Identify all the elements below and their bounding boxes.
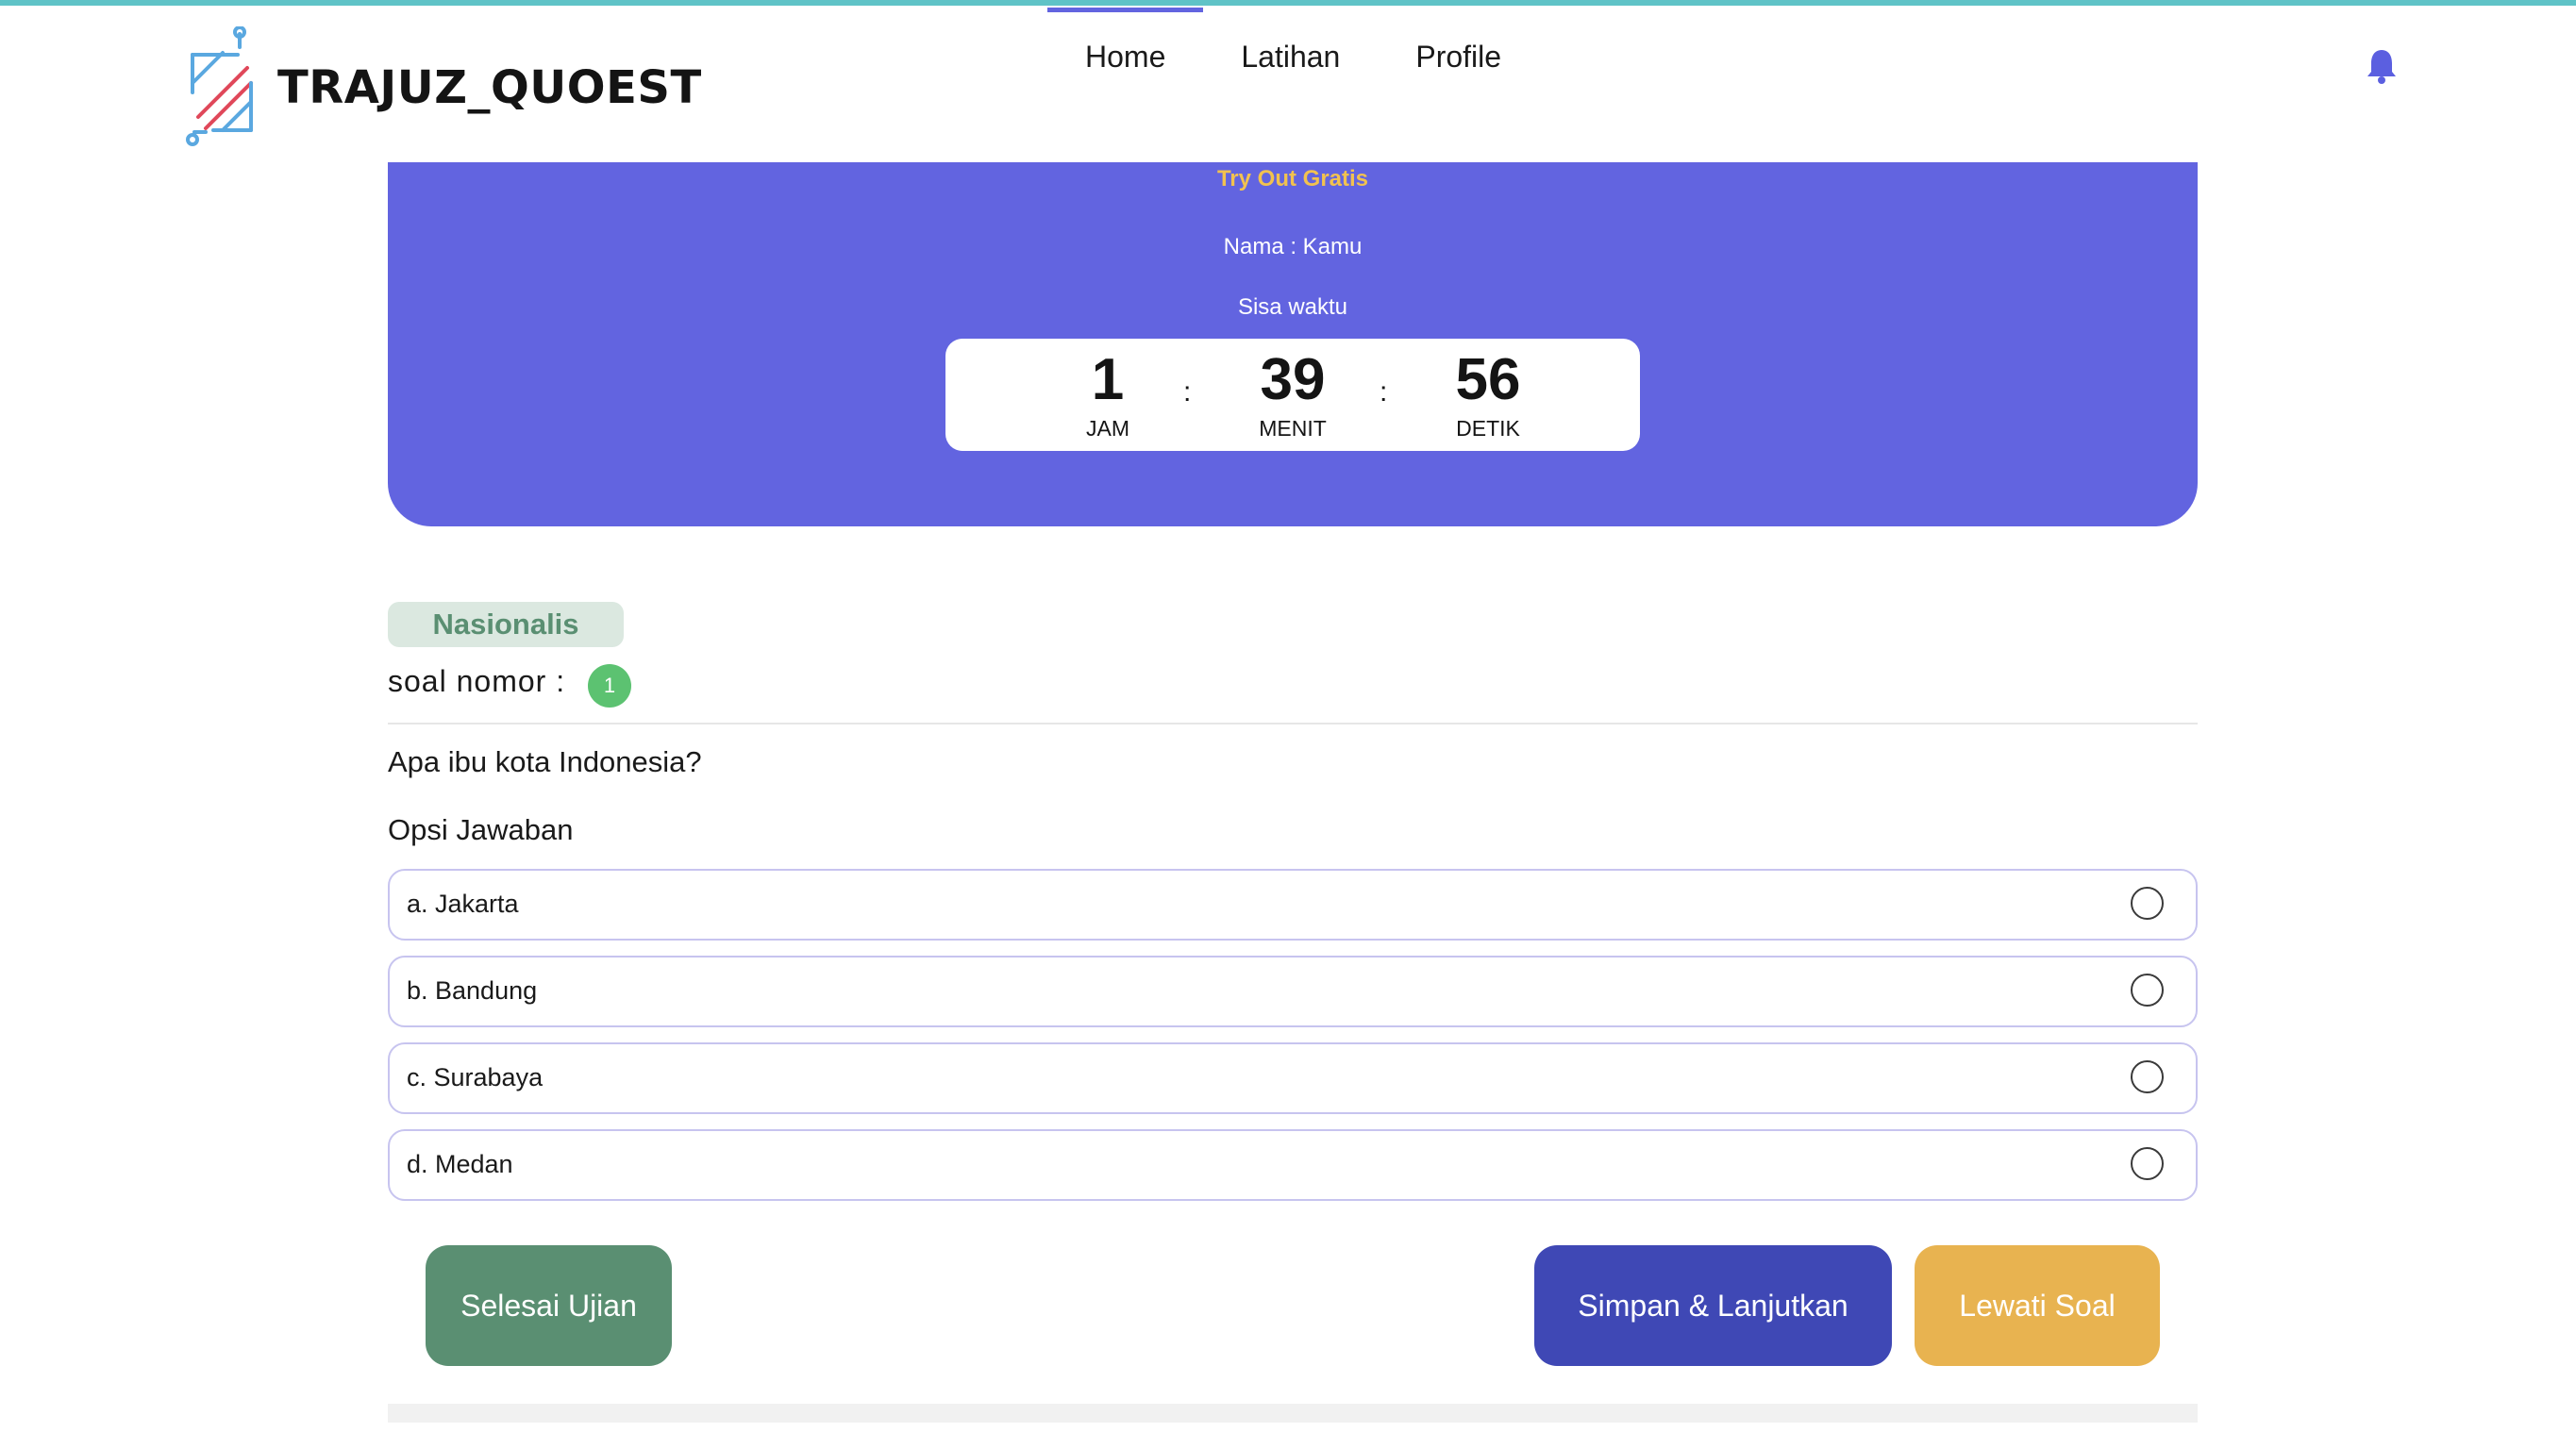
radio-icon[interactable] [2131,887,2164,920]
timer-seconds-value: 56 [1455,347,1521,412]
options-heading: Opsi Jawaban [388,813,574,846]
radio-icon[interactable] [2131,1147,2164,1180]
brand-logo[interactable]: TRAJUZ_QUOEST [185,26,702,149]
timer-minutes: 39 MENIT [1198,344,1387,441]
answer-option-d[interactable]: d. Medan [388,1129,2198,1201]
timer-hours-label: JAM [1086,416,1129,441]
footer-strip [388,1404,2198,1423]
trajuz-logo-icon [186,26,253,146]
time-remaining-label: Sisa waktu [1237,294,1348,320]
question-text: Apa ibu kota Indonesia? [388,745,702,778]
answer-option-c[interactable]: c. Surabaya [388,1042,2198,1114]
timer-seconds-label: DETIK [1456,416,1520,441]
skip-question-button[interactable]: Lewati Soal [1915,1245,2160,1366]
answer-option-b[interactable]: b. Bandung [388,956,2198,1027]
timer-seconds: 56 DETIK [1394,344,1582,441]
timer-separator: : [1380,376,1388,408]
divider [388,723,2198,724]
top-accent-strip [0,0,2576,6]
category-badge: Nasionalis [388,602,624,647]
panel-title: Try Out Gratis [1216,166,1369,192]
brand-name: TRAJUZ_QUOEST [277,61,702,114]
radio-icon[interactable] [2131,1060,2164,1093]
question-number-label: soal nomor : [388,664,566,698]
exam-header-panel: Try Out Gratis Nama : Kamu Sisa waktu 1 … [388,162,2198,526]
answer-option-a[interactable]: a. Jakarta [388,869,2198,941]
timer-hours-value: 1 [1091,347,1125,412]
nav-item-latihan[interactable]: Latihan [1203,8,1378,93]
nav-item-profile[interactable]: Profile [1378,8,1539,93]
answer-option-label: c. Surabaya [407,1063,544,1091]
timer-minutes-label: MENIT [1259,416,1327,441]
nav-item-home[interactable]: Home [1047,8,1204,93]
finish-exam-button[interactable]: Selesai Ujian [426,1245,672,1366]
answer-option-label: b. Bandung [407,976,538,1005]
participant-name: Nama : Kamu [1223,234,1363,259]
answer-option-label: d. Medan [407,1150,513,1178]
question-number-badge: 1 [588,664,631,708]
bell-icon[interactable] [2365,47,2399,85]
main-nav: Home Latihan Profile [1047,8,1539,93]
timer-separator: : [1183,376,1192,408]
timer-minutes-value: 39 [1260,347,1326,412]
save-and-continue-button[interactable]: Simpan & Lanjutkan [1534,1245,1892,1366]
countdown-timer: 1 JAM : 39 MENIT : 56 DETIK [945,339,1640,451]
radio-icon[interactable] [2131,974,2164,1007]
timer-hours: 1 JAM [1013,344,1202,441]
answer-option-label: a. Jakarta [407,890,519,918]
